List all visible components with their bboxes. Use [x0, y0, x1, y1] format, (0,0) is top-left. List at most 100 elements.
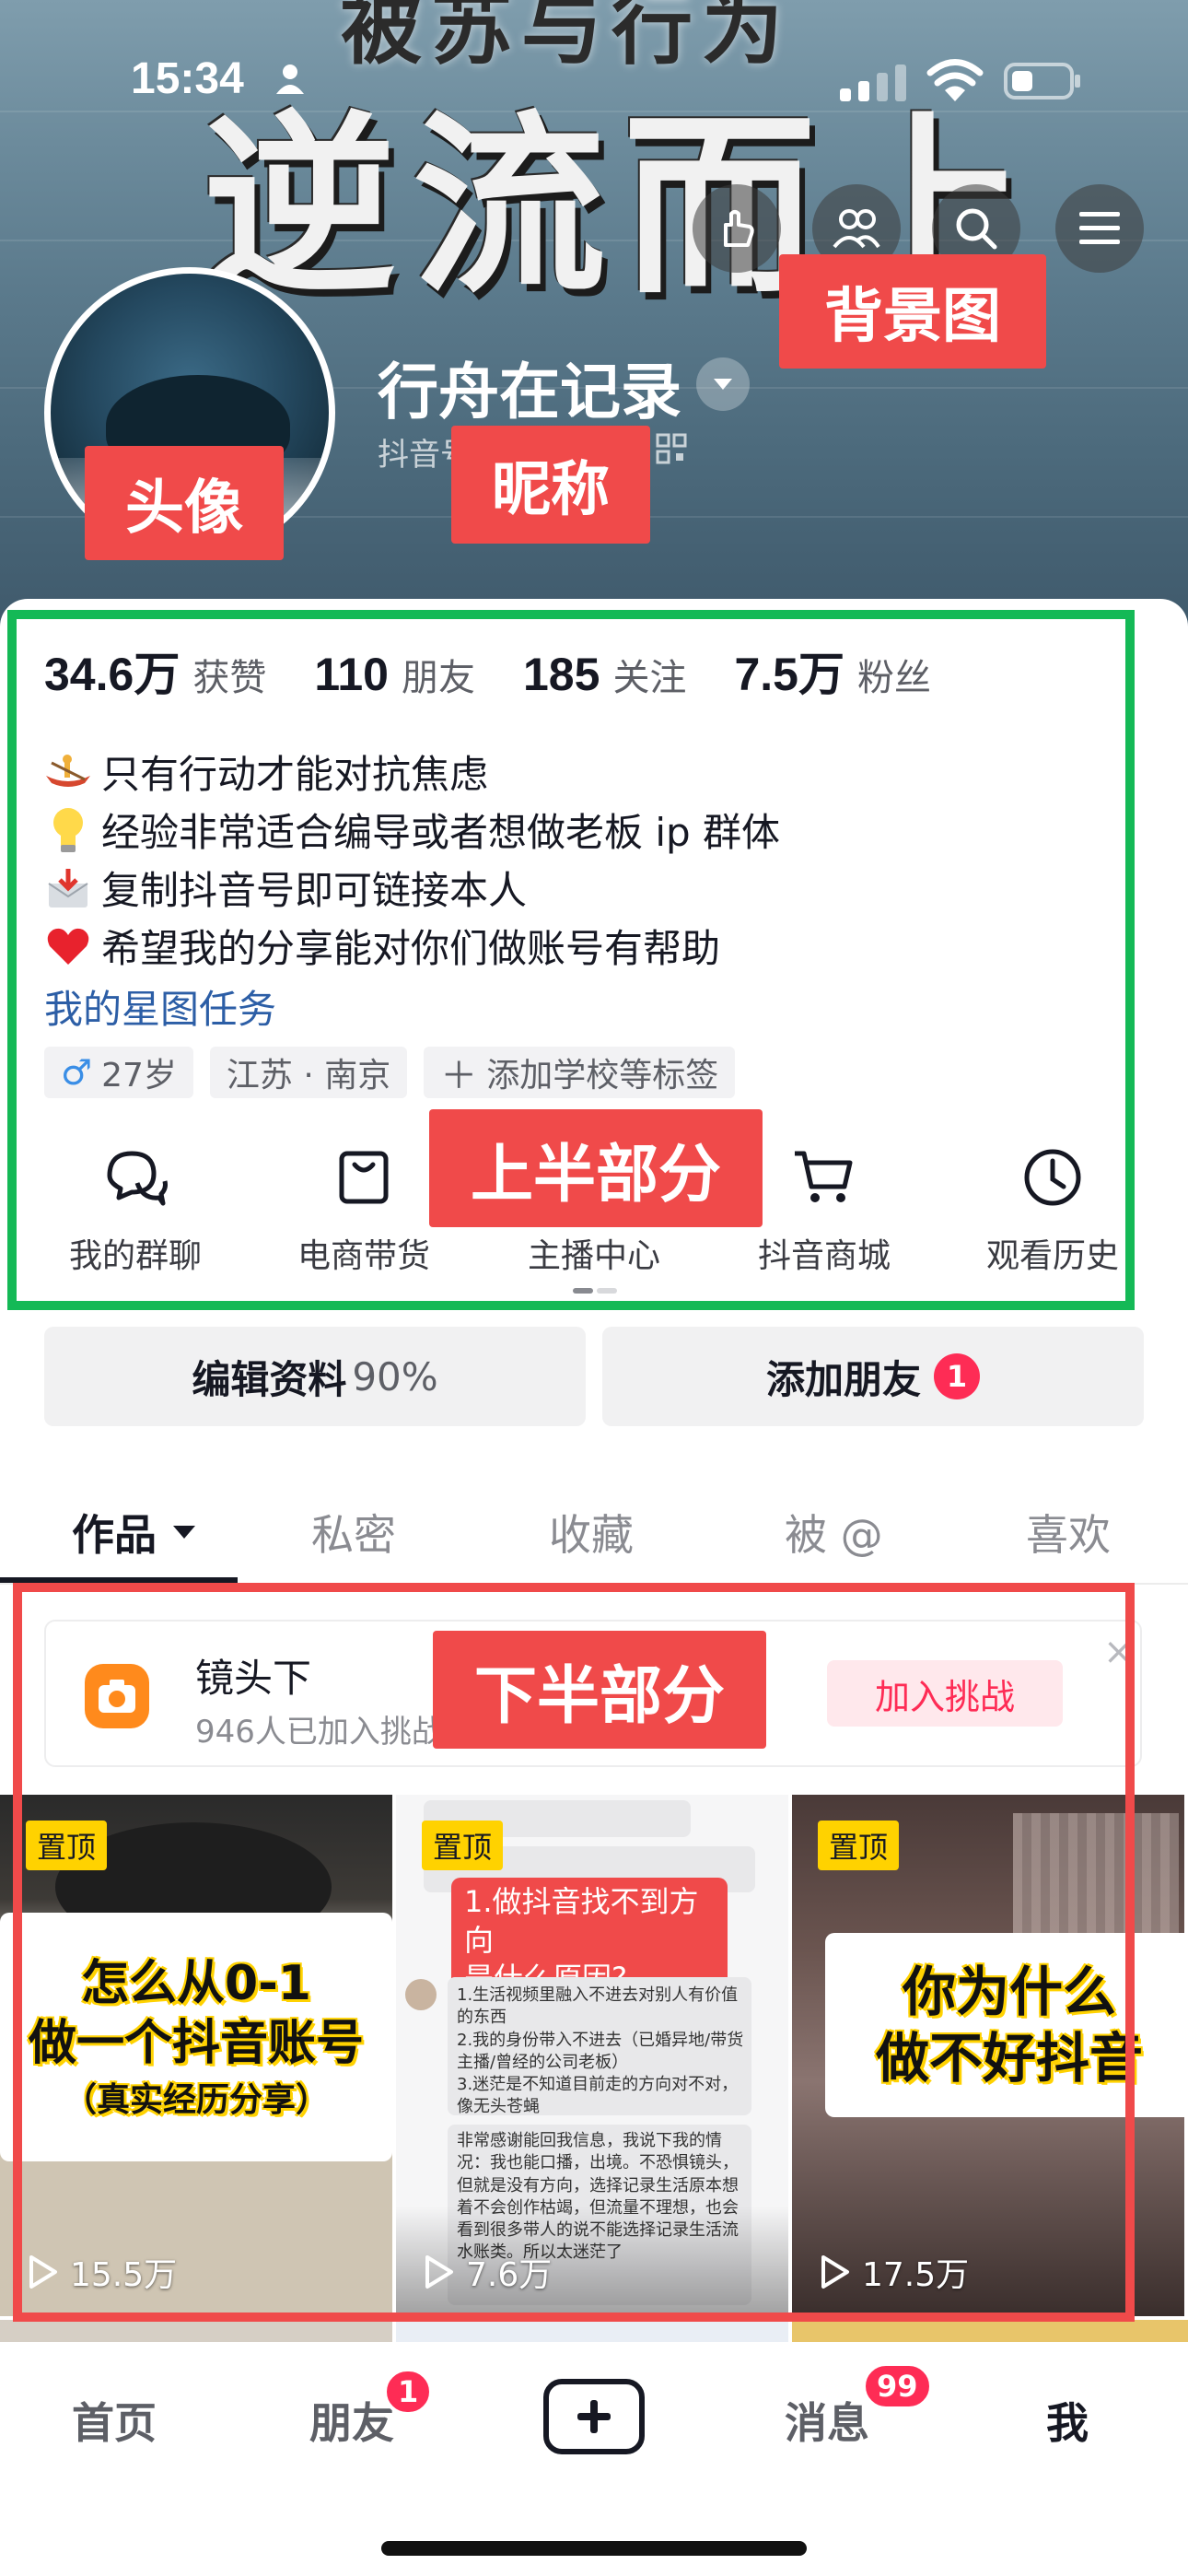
annotation-nickname: 昵称: [451, 426, 650, 544]
add-friend-label: 添加朋友: [765, 1356, 921, 1402]
following-count[interactable]: 185: [523, 648, 600, 701]
friends-label[interactable]: 朋友: [402, 648, 475, 701]
lightbulb-icon: [44, 806, 92, 854]
home-indicator: [381, 2541, 807, 2556]
create-button[interactable]: [543, 2379, 645, 2454]
bio-line: 复制抖音号即可链接本人: [44, 859, 780, 917]
tool-history[interactable]: 观看历史: [947, 1142, 1159, 1277]
nav-home[interactable]: 首页: [72, 2390, 157, 2451]
plus-icon: [577, 2400, 611, 2433]
add-friend-badge: 1: [934, 1353, 980, 1399]
signal-icon: [840, 64, 906, 101]
hand-icon: [724, 210, 754, 247]
video-thumbnail[interactable]: 1.做抖音找不到方向 是什么原因? 1.生活视频里融入不进去对别人有价值的东西 …: [396, 1795, 788, 2316]
tab-works[interactable]: 作品: [72, 1502, 199, 1563]
tag-row: ♂ 27岁 江苏 · 南京 ＋添加学校等标签: [44, 1047, 751, 1098]
cover-title-card: 怎么从0-1 做一个抖音账号 （真实经历分享）: [0, 1913, 392, 2161]
edit-profile-label: 编辑资料: [192, 1356, 347, 1402]
video-grid: 怎么从0-1 做一个抖音账号 （真实经历分享） 置顶 15.5万 1.做抖音找不…: [0, 1795, 1188, 2316]
bio-line: 只有行动才能对抗焦虑: [44, 743, 780, 801]
play-icon: [425, 2255, 453, 2289]
pinned-badge: 置顶: [818, 1821, 900, 1870]
nav-friends[interactable]: 朋友: [309, 2390, 394, 2451]
friends-badge: 1: [383, 2368, 434, 2416]
inbox-icon: [44, 864, 92, 912]
friends-count[interactable]: 110: [314, 648, 389, 701]
clock-icon: [1024, 1149, 1081, 1206]
chat-avatar: [405, 1979, 437, 2010]
play-count-value: 15.5万: [70, 2256, 178, 2294]
background-banner-top-text: 被苏与行为: [341, 0, 793, 76]
bio-text: 希望我的分享能对你们做账号有帮助: [101, 926, 721, 971]
next-row-thumbnail[interactable]: [792, 2320, 1188, 2342]
shopping-bag-icon: [339, 1151, 389, 1204]
age-tag-label: 27岁: [101, 1057, 177, 1095]
tab-favorites[interactable]: 收藏: [549, 1502, 634, 1563]
group-chat-icon: [107, 1151, 168, 1206]
play-count: 17.5万: [820, 2248, 969, 2296]
nav-me[interactable]: 我: [1046, 2390, 1089, 2451]
annotation-lower-half: 下半部分: [433, 1631, 766, 1749]
annotation-avatar: 头像: [85, 446, 284, 560]
account-switch-button[interactable]: [696, 357, 750, 411]
followers-label[interactable]: 粉丝: [857, 648, 931, 701]
tool-group-chat[interactable]: 我的群聊: [29, 1142, 241, 1277]
tab-likes[interactable]: 喜欢: [1026, 1502, 1111, 1563]
video-thumbnail[interactable]: 怎么从0-1 做一个抖音账号 （真实经历分享） 置顶 15.5万: [0, 1795, 392, 2316]
play-count-value: 7.6万: [466, 2256, 553, 2294]
followers-count[interactable]: 7.5万: [734, 638, 844, 704]
join-challenge-button[interactable]: 加入挑战: [827, 1660, 1063, 1727]
person-icon: [276, 64, 304, 94]
add-tag-button[interactable]: ＋添加学校等标签: [424, 1047, 736, 1098]
menu-button[interactable]: [1055, 184, 1144, 273]
likes-count[interactable]: 34.6万: [44, 638, 180, 704]
tool-label: 抖音商城: [757, 1237, 891, 1275]
annotation-upper-half: 上半部分: [429, 1109, 763, 1227]
nav-messages[interactable]: 消息: [785, 2390, 869, 2451]
visitor-button[interactable]: [693, 184, 781, 273]
tool-label: 电商带货: [297, 1237, 430, 1275]
play-count-value: 17.5万: [862, 2256, 970, 2294]
cover-line: 怎么从0-1: [81, 1955, 311, 2011]
chevron-down-icon: [714, 379, 732, 390]
following-label[interactable]: 关注: [612, 648, 686, 701]
pinned-badge: 置顶: [422, 1821, 504, 1870]
tool-label: 主播中心: [527, 1237, 660, 1275]
location-tag-label: 江苏 · 南京: [226, 1057, 391, 1095]
cover-line: 1.做抖音找不到方向: [464, 1884, 699, 1958]
age-tag[interactable]: ♂ 27岁: [44, 1047, 193, 1098]
menu-icon: [1079, 212, 1120, 244]
annotation-background: 背景图: [779, 254, 1046, 369]
nickname[interactable]: 行舟在记录: [378, 343, 681, 431]
cover-title-card: 你为什么 做不好抖音: [825, 1933, 1184, 2117]
camera-icon: [85, 1664, 149, 1728]
battery-icon: [1004, 63, 1080, 100]
qr-code-icon[interactable]: [656, 433, 687, 464]
add-friend-button[interactable]: 添加朋友 1: [602, 1327, 1144, 1426]
profile-completion: 90%: [352, 1353, 438, 1399]
search-icon: [956, 208, 997, 250]
location-tag[interactable]: 江苏 · 南京: [209, 1047, 408, 1098]
video-thumbnail[interactable]: 你为什么 做不好抖音 置顶 17.5万: [792, 1795, 1184, 2316]
caret-down-icon: [173, 1526, 195, 1539]
close-icon[interactable]: ×: [1103, 1631, 1135, 1673]
add-tag-label: 添加学校等标签: [486, 1057, 719, 1095]
bio-text: 经验非常适合编导或者想做老板 ip 群体: [101, 810, 781, 855]
tool-label: 我的群聊: [68, 1237, 202, 1275]
stats-row: 34.6万 获赞 110 朋友 185 关注 7.5万 粉丝: [44, 638, 979, 704]
next-row-thumbnail[interactable]: [396, 2320, 788, 2342]
wifi-icon: [926, 59, 984, 101]
next-row-thumbnail[interactable]: [0, 2320, 392, 2342]
likes-label[interactable]: 获赞: [192, 648, 266, 701]
bio-text: 复制抖音号即可链接本人: [101, 868, 528, 913]
cover-line: （真实经历分享）: [63, 2080, 329, 2119]
pinned-badge: 置顶: [26, 1821, 108, 1870]
tab-mentions[interactable]: 被 @: [785, 1502, 883, 1563]
bio-line: 希望我的分享能对你们做账号有帮助: [44, 917, 780, 975]
star-task-link[interactable]: 我的星图任务: [44, 978, 276, 1035]
messages-badge: 99: [862, 2362, 933, 2410]
bio-line: 经验非常适合编导或者想做老板 ip 群体: [44, 801, 780, 859]
play-icon: [29, 2255, 57, 2289]
tab-private[interactable]: 私密: [311, 1502, 396, 1563]
edit-profile-button[interactable]: 编辑资料 90%: [44, 1327, 586, 1426]
